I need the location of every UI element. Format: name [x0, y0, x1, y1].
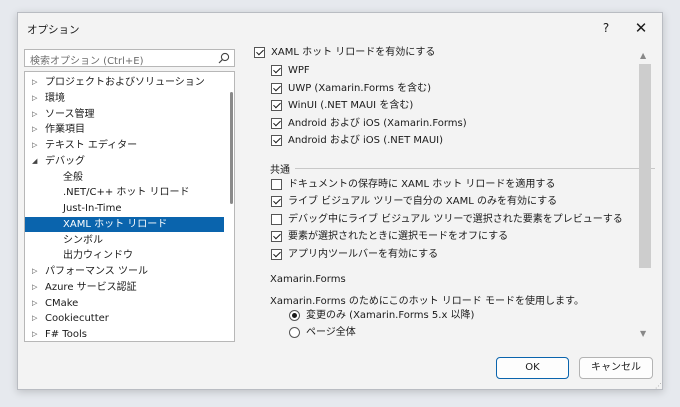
ok-button[interactable]: OK [496, 357, 569, 379]
tree-item[interactable]: ◢ デバッグ [25, 154, 224, 170]
tree-item-label: 環境 [45, 92, 65, 104]
expand-arrow-icon[interactable]: ▷ [32, 122, 37, 138]
option-label: ライブ ビジュアル ツリーで自分の XAML のみを有効にする [288, 196, 558, 208]
checkbox[interactable] [271, 196, 282, 208]
resize-grip-icon[interactable]: ⋰ [655, 382, 662, 390]
title-bar: オプション ? ✕ [18, 13, 662, 43]
option-label: WinUI (.NET MAUI を含む) [288, 100, 414, 112]
option-label: ページ全体 [306, 327, 356, 338]
expand-arrow-icon[interactable]: ▷ [32, 280, 37, 296]
tree-scrollbar[interactable] [230, 92, 233, 204]
xamarin-description: Xamarin.Forms のためにこのホット リロード モードを使用します。 [270, 296, 584, 307]
tree-item[interactable]: ▷ ソース管理 [25, 107, 224, 123]
checkbox[interactable] [271, 100, 282, 112]
option-label: UWP (Xamarin.Forms を含む) [288, 82, 432, 94]
tree-item-label: Cookiecutter [45, 313, 109, 325]
options-dialog: オプション ? ✕ 検索オプション (Ctrl+E) ▷ プロジェクトおよびソリュ… [17, 12, 663, 390]
option-label: ドキュメントの保存時に XAML ホット リロードを適用する [288, 179, 556, 190]
option-label: WPF [288, 65, 310, 76]
section-divider [295, 168, 655, 169]
option-label: Android および iOS (.NET MAUI) [288, 135, 443, 147]
tree-item[interactable]: 全般 [25, 170, 224, 186]
options-tree[interactable]: ▷ プロジェクトおよびソリューション ▷ 環境 ▷ ソース管理 ▷ 作業項目 ▷ テキスト エディ… [24, 71, 235, 342]
tree-item[interactable]: ▷ パフォーマンス ツール [25, 264, 224, 280]
scroll-up-icon[interactable]: ▲ [640, 51, 646, 60]
tree-item-label: 全般 [63, 171, 83, 183]
settings-panel: XAML ホット リロードを有効にする WPF UWP (Xamarin.Forms… [252, 43, 656, 345]
checkbox[interactable] [271, 135, 282, 147]
collapse-arrow-icon[interactable]: ◢ [32, 154, 37, 170]
radio-button[interactable] [289, 310, 300, 321]
checkbox[interactable] [254, 47, 265, 58]
expand-arrow-icon[interactable]: ▷ [32, 107, 37, 123]
option-label: XAML ホット リロードを有効にする [271, 47, 436, 58]
search-input[interactable]: 検索オプション (Ctrl+E) [24, 49, 235, 67]
expand-arrow-icon[interactable]: ▷ [32, 311, 37, 327]
tree-item[interactable]: ▷ Azure サービス認証 [25, 280, 224, 296]
search-placeholder: 検索オプション (Ctrl+E) [30, 56, 144, 67]
tree-item[interactable]: シンボル [25, 233, 224, 249]
option-label: 要素が選択されたときに選択モードをオフにする [288, 231, 509, 243]
tree-item[interactable]: Just-In-Time [25, 201, 224, 217]
tree-item-label: CMake [45, 297, 79, 309]
tree-item[interactable]: .NET/C++ ホット リロード [25, 185, 224, 201]
tree-item[interactable]: ▷ テキスト エディター [25, 138, 224, 154]
checkbox[interactable] [271, 213, 282, 225]
radio-button[interactable] [289, 327, 300, 338]
tree-item-label: 作業項目 [45, 124, 85, 136]
tree-item-label: シンボル [63, 234, 103, 246]
option-label: デバッグ中にライブ ビジュアル ツリーで選択された要素をプレビューする [288, 213, 623, 225]
tree-item-label: テキスト エディター [45, 140, 138, 151]
tree-item-label: 出力ウィンドウ [63, 250, 133, 262]
scroll-down-icon[interactable]: ▼ [640, 329, 646, 338]
close-button[interactable]: ✕ [630, 17, 652, 39]
expand-arrow-icon[interactable]: ▷ [32, 138, 37, 154]
tree-item-label: デバッグ [45, 155, 85, 167]
expand-arrow-icon[interactable]: ▷ [32, 264, 37, 280]
tree-item-label: .NET/C++ ホット リロード [63, 187, 190, 199]
tree-item-label: ソース管理 [45, 108, 95, 120]
expand-arrow-icon[interactable]: ▷ [32, 75, 37, 91]
tree-item-label: プロジェクトおよびソリューション [45, 77, 205, 88]
section-header-common: 共通 [270, 165, 290, 176]
expand-arrow-icon[interactable]: ▷ [32, 91, 37, 107]
expand-arrow-icon[interactable]: ▷ [32, 327, 37, 341]
tree-item[interactable]: ▷ Cookiecutter [25, 311, 224, 327]
tree-item[interactable]: 出力ウィンドウ [25, 248, 224, 264]
tree-item-label: F# Tools [45, 329, 87, 340]
option-label: アプリ内ツールバーを有効にする [288, 248, 439, 260]
dialog-title: オプション [27, 24, 80, 36]
tree-item-label: パフォーマンス ツール [45, 266, 148, 277]
tree-item[interactable]: XAML ホット リロード [25, 216, 224, 233]
tree-item-label: Just-In-Time [63, 203, 122, 214]
option-label: 変更のみ (Xamarin.Forms 5.x 以降) [306, 310, 475, 321]
tree-item[interactable]: ▷ 作業項目 [25, 122, 224, 138]
help-button[interactable]: ? [596, 18, 616, 38]
checkbox[interactable] [271, 65, 282, 76]
expand-arrow-icon[interactable]: ▷ [32, 296, 37, 312]
cancel-button[interactable]: キャンセル [579, 357, 653, 379]
option-label: Android および iOS (Xamarin.Forms) [288, 117, 467, 129]
tree-item[interactable]: ▷ プロジェクトおよびソリューション [25, 75, 224, 91]
checkbox[interactable] [271, 117, 282, 129]
checkbox[interactable] [271, 82, 282, 94]
checkbox[interactable] [271, 179, 282, 190]
tree-item-label: XAML ホット リロード [63, 218, 168, 230]
checkbox[interactable] [271, 248, 282, 260]
tree-item-label: Azure サービス認証 [45, 281, 137, 293]
checkbox[interactable] [271, 231, 282, 243]
tree-item[interactable]: ▷ 環境 [25, 91, 224, 107]
settings-scrollbar-thumb[interactable] [639, 64, 651, 268]
search-icon[interactable] [218, 52, 230, 64]
section-header-xamarin: Xamarin.Forms [270, 274, 346, 285]
tree-item[interactable]: ▷ F# Tools [25, 327, 224, 341]
tree-item[interactable]: ▷ CMake [25, 296, 224, 312]
